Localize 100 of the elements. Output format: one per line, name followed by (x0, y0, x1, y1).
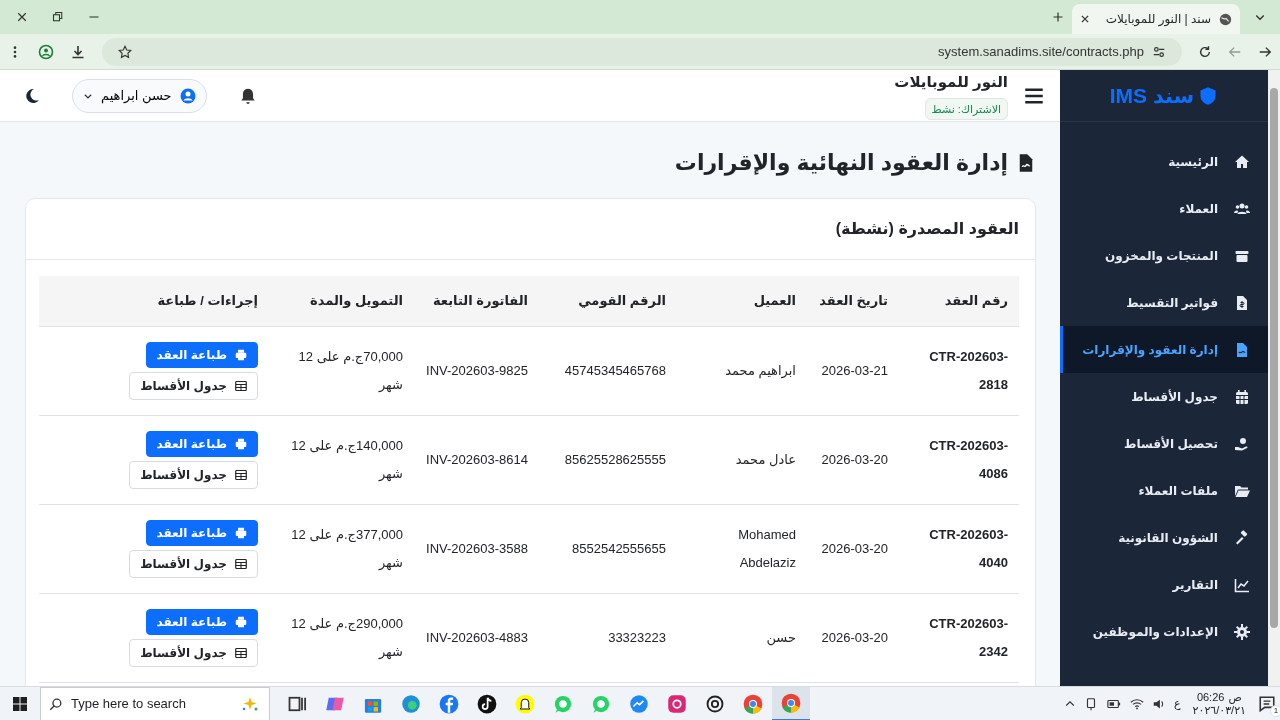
sidebar-item[interactable]: الإعدادات والموظفين (1060, 608, 1268, 655)
sidebar-item[interactable]: الشؤون القانونية (1060, 514, 1268, 561)
column-header: التمويل والمدة (269, 276, 414, 327)
sidebar-item[interactable]: المنتجات والمخزون (1060, 232, 1268, 279)
page-title: إدارة العقود النهائية والإقرارات (674, 150, 1008, 177)
table-cell: 85625528625555 (539, 415, 677, 505)
hand-icon (1234, 435, 1250, 452)
keyboard-language[interactable]: ع (1174, 697, 1181, 710)
home-icon (1234, 153, 1250, 170)
address-bar[interactable]: system.sanadims.site/contracts.php (102, 37, 1182, 66)
table-cell: INV-202603-9825 (414, 326, 539, 416)
taskbar-search-field[interactable]: Type here to search (40, 686, 270, 720)
column-header: رقم العقد (899, 276, 1019, 327)
column-header: الفاتورة التابعة (414, 276, 539, 327)
print-button[interactable]: طباعة العقد (145, 430, 258, 457)
print-button[interactable]: طباعة العقد (145, 341, 258, 368)
sidebar-item[interactable]: التقارير (1060, 561, 1268, 608)
table-cell: 2026-03-20 (807, 593, 899, 683)
restore-icon[interactable] (52, 11, 64, 23)
search-icon (49, 696, 63, 711)
chart-icon (1234, 576, 1250, 593)
close-icon[interactable] (16, 11, 28, 23)
chrome-icon[interactable] (743, 693, 763, 714)
messenger-icon[interactable] (629, 693, 649, 714)
table-cell: INV-202603-8614 (414, 415, 539, 505)
camera-icon[interactable] (667, 693, 687, 714)
table-icon (235, 557, 247, 570)
table-icon (235, 646, 247, 659)
notification-count: 1 (1270, 704, 1280, 717)
table-icon (235, 468, 247, 481)
printer-icon (235, 615, 247, 628)
table-icon (235, 379, 247, 392)
printer-icon (235, 348, 247, 361)
schedule-button[interactable]: جدول الأقساط (129, 371, 258, 400)
clock-date: ٢٠٢٦/٠٣/٢١ (1192, 703, 1246, 717)
table-cell: 70,000ج.م على 12 شهر (269, 326, 414, 416)
dark-mode-icon[interactable] (24, 87, 40, 104)
printer-icon (235, 437, 247, 450)
print-button[interactable]: طباعة العقد (145, 608, 258, 635)
logo-text: سند IMS (1109, 82, 1195, 109)
download-icon[interactable] (70, 43, 86, 60)
chrome-icon[interactable] (781, 692, 801, 713)
table-cell: INV-202603-3588 (414, 504, 539, 594)
profile-icon[interactable] (38, 43, 54, 60)
printer-icon (235, 526, 247, 539)
table-cell: 377,000ج.م على 12 شهر (269, 504, 414, 594)
sidebar-item[interactable]: تحصيل الأقساط (1060, 420, 1268, 467)
schedule-button[interactable]: جدول الأقساط (129, 549, 258, 578)
table-cell: ابراهيم محمد (677, 326, 807, 416)
user-menu-button[interactable]: حسن ابراهيم (72, 78, 207, 113)
table-cell: CTR-202603-2342 (899, 593, 1019, 683)
table-cell: 2026-03-20 (807, 504, 899, 594)
wifi-icon[interactable] (1130, 696, 1145, 711)
reload-icon[interactable] (1198, 44, 1212, 59)
scrollbar[interactable] (1268, 70, 1280, 686)
browser-tab[interactable]: سند | النور للموبايلات (1072, 4, 1240, 34)
table-cell: INV-202603-4883 (414, 593, 539, 683)
clock-time: 06:26 (1196, 690, 1225, 704)
windows-icon[interactable] (12, 695, 28, 712)
document-icon (1234, 294, 1250, 311)
url-text: system.sanadims.site/contracts.php (938, 42, 1144, 61)
notification-center-icon[interactable] (1258, 694, 1276, 713)
forward-icon[interactable] (1258, 44, 1272, 59)
settings-icon (1234, 623, 1250, 640)
table-cell: 45745345465768 (539, 326, 677, 416)
star-icon[interactable] (118, 44, 132, 59)
facebook-icon[interactable] (439, 693, 459, 714)
table-cell: 140,000ج.م على 12 شهر (269, 415, 414, 505)
table-cell: حسن (677, 593, 807, 683)
sidebar-item[interactable]: العملاء (1060, 185, 1268, 232)
table-cell: 8552542555655 (539, 504, 677, 594)
sidebar-item[interactable]: جدول الأقساط (1060, 373, 1268, 420)
column-header: الرقم القومي (539, 276, 677, 327)
subscription-badge: الاشتراك: نشط (924, 97, 1008, 120)
table-cell: 2026-03-20 (807, 415, 899, 505)
hammer-icon (1234, 529, 1250, 546)
schedule-button[interactable]: جدول الأقساط (129, 638, 258, 667)
schedule-button[interactable]: جدول الأقساط (129, 460, 258, 489)
plus-icon[interactable] (1052, 11, 1064, 23)
sidebar-item[interactable]: إدارة العقود والإقرارات (1060, 326, 1268, 373)
sidebar-item[interactable]: فواتير التقسيط (1060, 279, 1268, 326)
site-settings-icon[interactable] (1152, 44, 1166, 59)
sidebar-item[interactable]: ملفات العملاء (1060, 467, 1268, 514)
print-button[interactable]: طباعة العقد (145, 519, 258, 546)
table-cell: 33323223 (539, 593, 677, 683)
notification-icon[interactable] (238, 86, 257, 105)
globe-icon (1219, 12, 1232, 26)
sidebar-item[interactable]: الرئيسية (1060, 138, 1268, 185)
close-icon[interactable] (1080, 14, 1090, 24)
tab-title: سند | النور للموبايلات (1105, 11, 1211, 28)
table-cell: CTR-202603-4040 (899, 504, 1019, 594)
table-cell: 2026-03-21 (807, 326, 899, 416)
table-cell: Mohamed Abdelaziz (677, 504, 807, 594)
column-header: إجراءات / طباعة (39, 276, 269, 327)
column-header: العميل (677, 276, 807, 327)
table-cell: CTR-202603-4086 (899, 415, 1019, 505)
table-cell: CTR-202603-2818 (899, 326, 1019, 416)
tiktok-icon[interactable] (477, 693, 497, 714)
calendar-icon (1234, 388, 1250, 405)
table-cell: 290,000ج.م على 12 شهر (269, 593, 414, 683)
